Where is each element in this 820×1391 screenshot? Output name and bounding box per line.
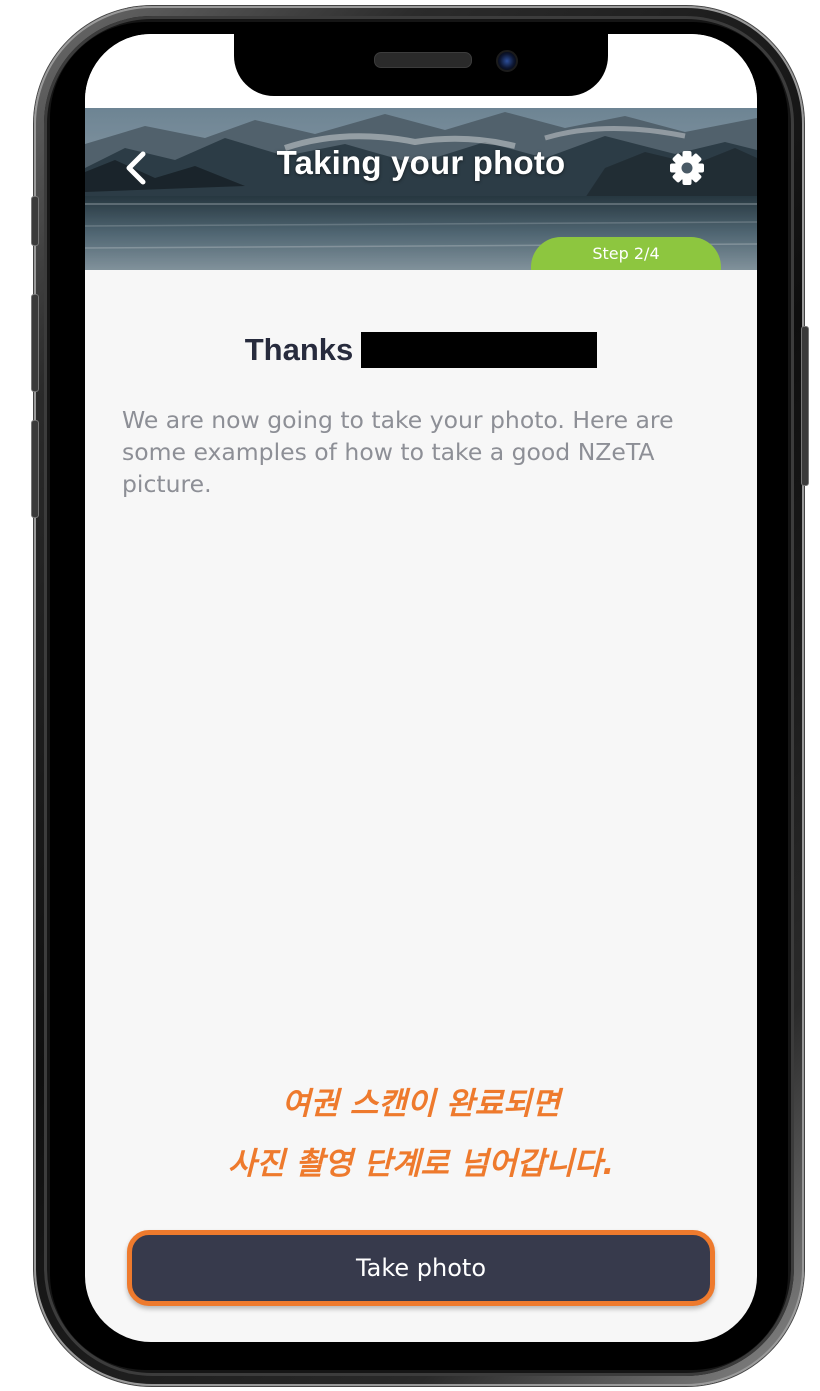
volume-up-button: [31, 294, 39, 392]
take-photo-button[interactable]: Take photo: [127, 1230, 715, 1306]
instructions-text: We are now going to take your photo. Her…: [122, 406, 674, 498]
app-screen: Taking your photo Step 2/4 Thanks We are…: [85, 34, 757, 1342]
thanks-heading: Thanks: [85, 332, 757, 368]
volume-down-button: [31, 420, 39, 518]
redacted-name-block: [361, 332, 598, 368]
phone-notch: [234, 30, 608, 96]
power-button: [801, 326, 809, 486]
thanks-label: Thanks: [244, 332, 354, 367]
settings-button[interactable]: [667, 148, 707, 188]
korean-annotation: 여권 스캔이 완료되면 사진 촬영 단계로 넘어갑니다.: [85, 1074, 757, 1194]
speaker-grille: [374, 52, 472, 68]
annotation-line-1: 여권 스캔이 완료되면: [281, 1086, 561, 1122]
gear-icon: [670, 151, 704, 185]
take-photo-label: Take photo: [355, 1254, 487, 1282]
page-title: Taking your photo: [276, 144, 566, 181]
page: Taking your photo Step 2/4 Thanks We are…: [0, 0, 820, 1391]
side-switch: [31, 196, 39, 246]
front-camera: [496, 50, 518, 72]
annotation-line-2: 사진 촬영 단계로 넘어갑니다.: [227, 1146, 615, 1182]
step-progress-badge: Step 2/4: [531, 237, 721, 270]
